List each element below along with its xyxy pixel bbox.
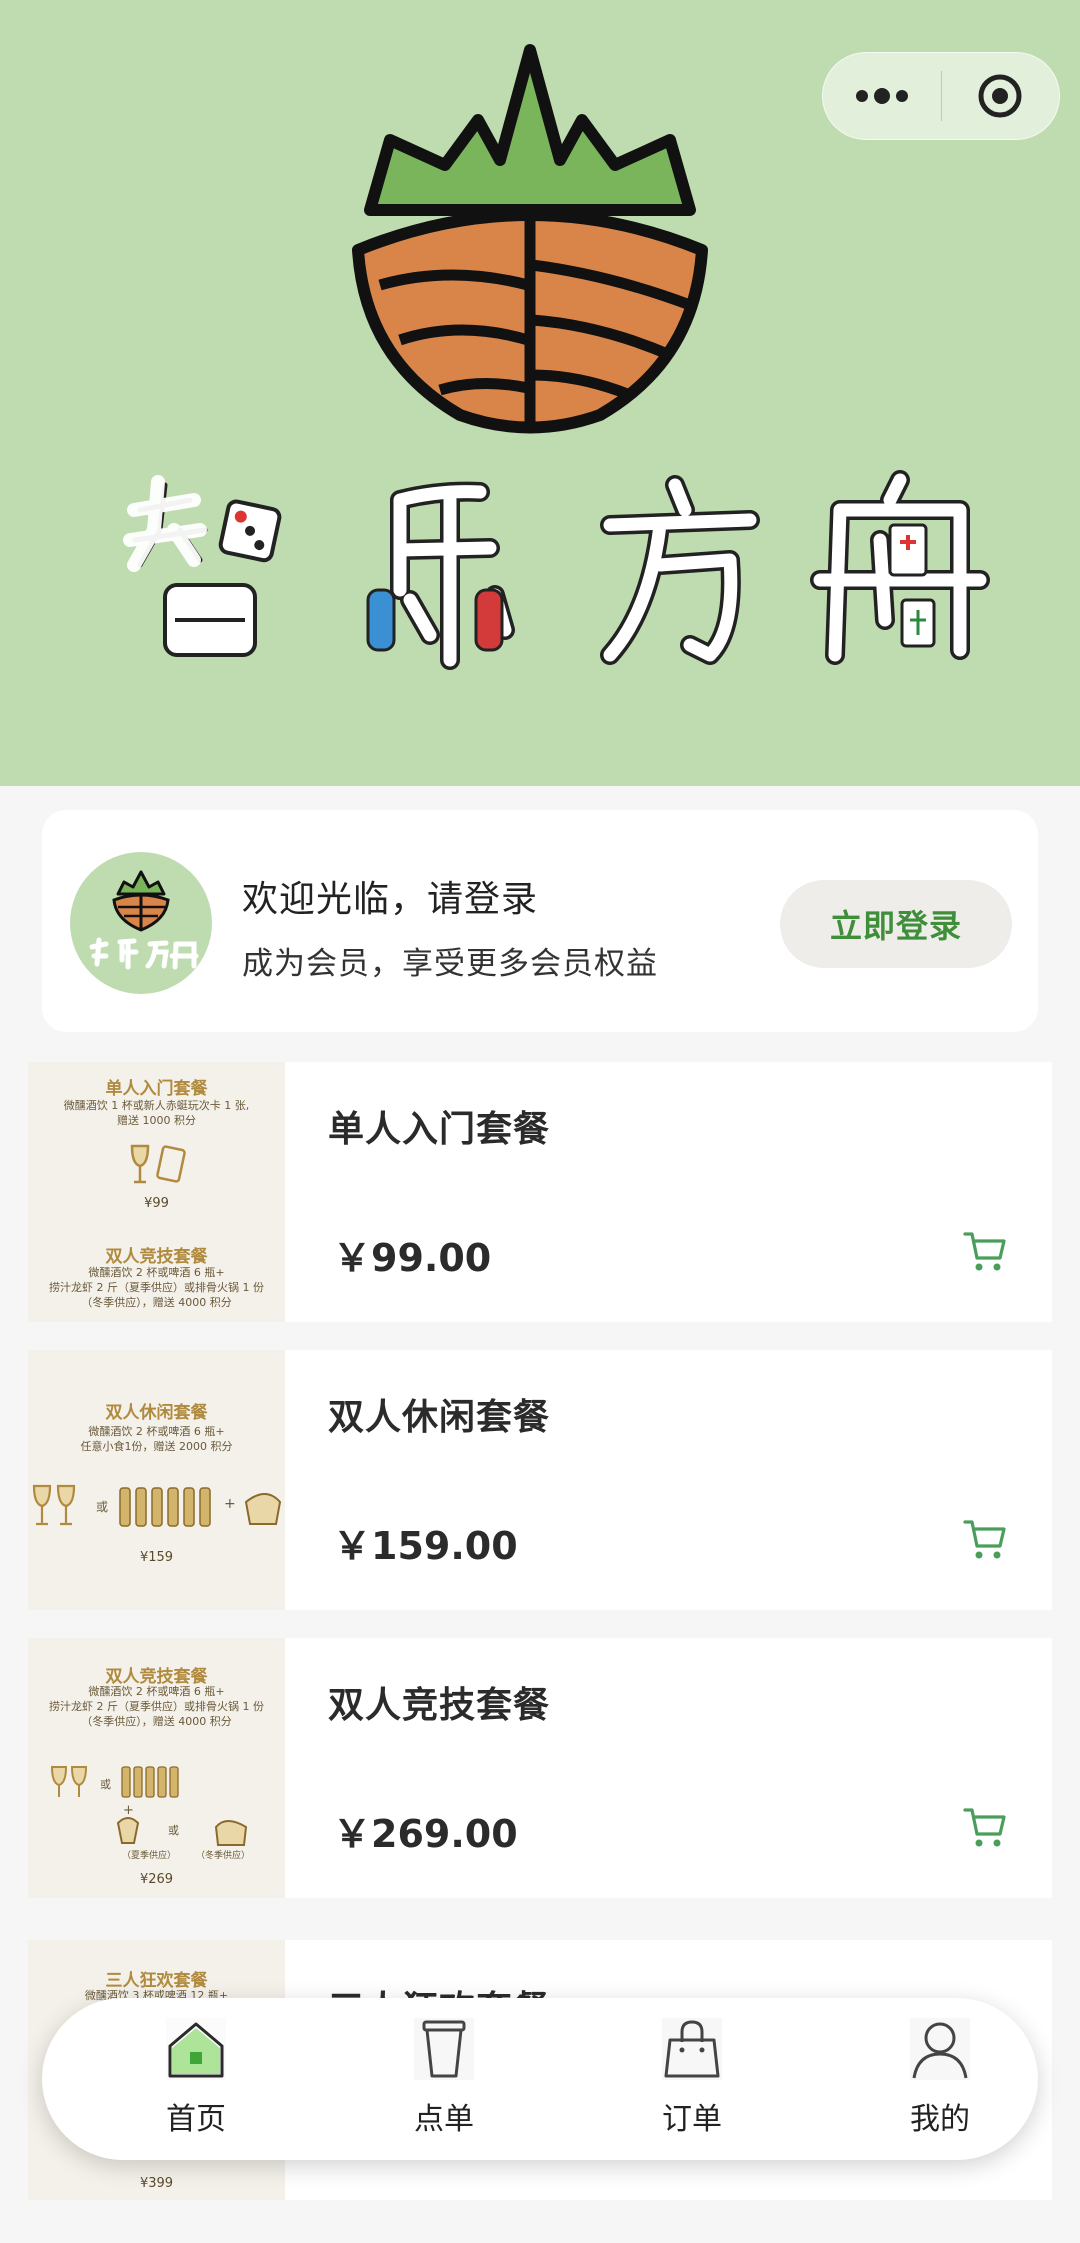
header-banner <box>0 0 1080 786</box>
brand-wordmark <box>120 470 990 670</box>
thumb-plus-label: + <box>123 1803 134 1818</box>
product-price: ￥159.00 <box>333 1524 518 1568</box>
brand-char-zhi-icon <box>123 475 282 657</box>
drinks-and-snack-icon <box>32 1484 282 1527</box>
tab-label: 我的 <box>910 2102 970 2137</box>
more-menu-button[interactable] <box>823 52 941 140</box>
login-button[interactable]: 立即登录 <box>780 880 1012 968</box>
tab-label: 首页 <box>166 2102 226 2137</box>
thumb-or-label-2: 或 <box>168 1824 179 1837</box>
bag-icon <box>662 2018 722 2080</box>
add-to-cart-icon[interactable] <box>962 1228 1008 1274</box>
brand-logo-icon <box>352 44 708 434</box>
home-icon <box>166 2018 226 2080</box>
product-card[interactable]: 双人竞技套餐 微醺酒饮 2 杯或啤酒 6 瓶+ 捞汁龙虾 2 斤（夏季供应）或排… <box>28 1638 1052 1898</box>
thumb-desc: 微醺酒饮 2 杯或啤酒 6 瓶+ 捞汁龙虾 2 斤（夏季供应）或排骨火锅 1 份… <box>49 1685 264 1728</box>
bottom-tabbar: 首页 点单 订单 我的 <box>42 1998 1038 2160</box>
product-thumbnail: 单人入门套餐 微醺酒饮 1 杯或新人赤蜓玩次卡 1 张, 赠送 1000 积分 … <box>28 1062 285 1322</box>
wine-glass-and-card-icon <box>130 1144 186 1184</box>
product-name: 单人入门套餐 <box>328 1109 551 1150</box>
thumb-price: ¥99 <box>144 1196 169 1211</box>
brand-char-le-icon <box>366 481 515 670</box>
product-thumbnail: 双人休闲套餐 微醺酒饮 2 杯或啤酒 6 瓶+ 任意小食1份，赠送 2000 积… <box>28 1350 285 1610</box>
login-member-subtitle: 成为会员，享受更多会员权益 <box>242 946 658 982</box>
thumb-desc: 微醺酒饮 2 杯或啤酒 6 瓶+ 任意小食1份，赠送 2000 积分 <box>80 1425 233 1453</box>
thumb-or-label: 或 <box>100 1778 111 1791</box>
brand-char-zhou-icon <box>810 470 990 665</box>
product-card[interactable]: 单人入门套餐 微醺酒饮 1 杯或新人赤蜓玩次卡 1 张, 赠送 1000 积分 … <box>28 1062 1052 1322</box>
product-name: 双人竞技套餐 <box>328 1685 551 1726</box>
thumb-winter-label: （冬季供应） <box>196 1851 251 1861</box>
thumb-desc-2: 微醺酒饮 2 杯或啤酒 6 瓶+ 捞汁龙虾 2 斤（夏季供应）或排骨火锅 1 份… <box>49 1266 264 1309</box>
cup-icon <box>414 2018 474 2080</box>
target-close-icon <box>978 74 1022 118</box>
tab-label: 点单 <box>414 2102 474 2137</box>
thumb-or-label: 或 <box>96 1500 109 1514</box>
add-to-cart-icon[interactable] <box>962 1804 1008 1850</box>
thumb-price: ¥269 <box>139 1872 174 1887</box>
miniprogram-capsule <box>822 52 1060 140</box>
tab-orders[interactable]: 订单 <box>602 2018 782 2148</box>
brand-char-fang-icon <box>600 475 760 665</box>
tab-order-menu[interactable]: 点单 <box>354 2018 534 2148</box>
thumb-price: ¥399 <box>139 2176 174 2191</box>
tab-home[interactable]: 首页 <box>106 2018 286 2148</box>
add-to-cart-icon[interactable] <box>962 1516 1008 1562</box>
thumb-title-2: 双人竞技套餐 <box>105 1247 208 1267</box>
more-dots-icon <box>855 88 908 104</box>
tab-profile[interactable]: 我的 <box>850 2018 1030 2148</box>
thumb-plus-label: + <box>224 1496 236 1512</box>
thumb-price: ¥159 <box>139 1550 174 1565</box>
close-miniprogram-button[interactable] <box>941 52 1059 140</box>
thumb-desc: 微醺酒饮 1 杯或新人赤蜓玩次卡 1 张, 赠送 1000 积分 <box>63 1099 250 1127</box>
product-thumbnail: 双人竞技套餐 微醺酒饮 2 杯或啤酒 6 瓶+ 捞汁龙虾 2 斤（夏季供应）或排… <box>28 1638 285 1898</box>
product-price: ￥269.00 <box>333 1812 518 1856</box>
store-logo-icon <box>89 870 199 970</box>
login-card: 欢迎光临，请登录 成为会员，享受更多会员权益 立即登录 <box>42 810 1038 1032</box>
product-price: ￥99.00 <box>333 1236 492 1280</box>
user-icon <box>910 2018 970 2080</box>
thumb-summer-label: （夏季供应） <box>122 1851 177 1861</box>
thumb-title: 单人入门套餐 <box>105 1079 208 1099</box>
thumb-title: 双人休闲套餐 <box>105 1403 208 1423</box>
tab-label: 订单 <box>662 2102 722 2137</box>
store-avatar <box>70 852 212 994</box>
product-name: 双人休闲套餐 <box>328 1397 551 1438</box>
product-card[interactable]: 双人休闲套餐 微醺酒饮 2 杯或啤酒 6 瓶+ 任意小食1份，赠送 2000 积… <box>28 1350 1052 1610</box>
login-welcome-title: 欢迎光临，请登录 <box>242 879 539 920</box>
